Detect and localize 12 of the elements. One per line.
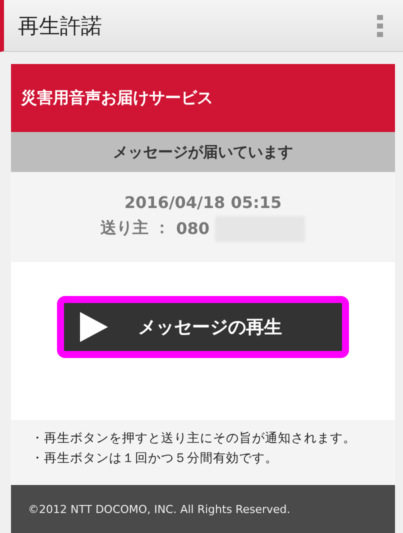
play-message-button[interactable]: メッセージの再生 xyxy=(57,296,349,358)
message-datetime: 2016/04/18 05:15 xyxy=(124,192,282,212)
sender-number: 080 xyxy=(176,219,210,238)
note-text: ・再生ボタンを押すと送り主にその旨が通知されます。 xyxy=(31,430,357,447)
page-title: 再生許諾 xyxy=(18,12,102,40)
note-text: ・再生ボタンは１回かつ５分間有効です。 xyxy=(31,450,279,467)
sender-label: 送り主 ： xyxy=(100,218,170,239)
status-text: メッセージが届いています xyxy=(113,142,293,162)
copyright-text: ©2012 NTT DOCOMO, INC. All Rights Reserved. xyxy=(28,502,290,516)
service-title: 災害用音声お届けサービス xyxy=(21,88,213,108)
overflow-menu-icon[interactable] xyxy=(377,14,383,36)
play-icon xyxy=(78,312,108,342)
